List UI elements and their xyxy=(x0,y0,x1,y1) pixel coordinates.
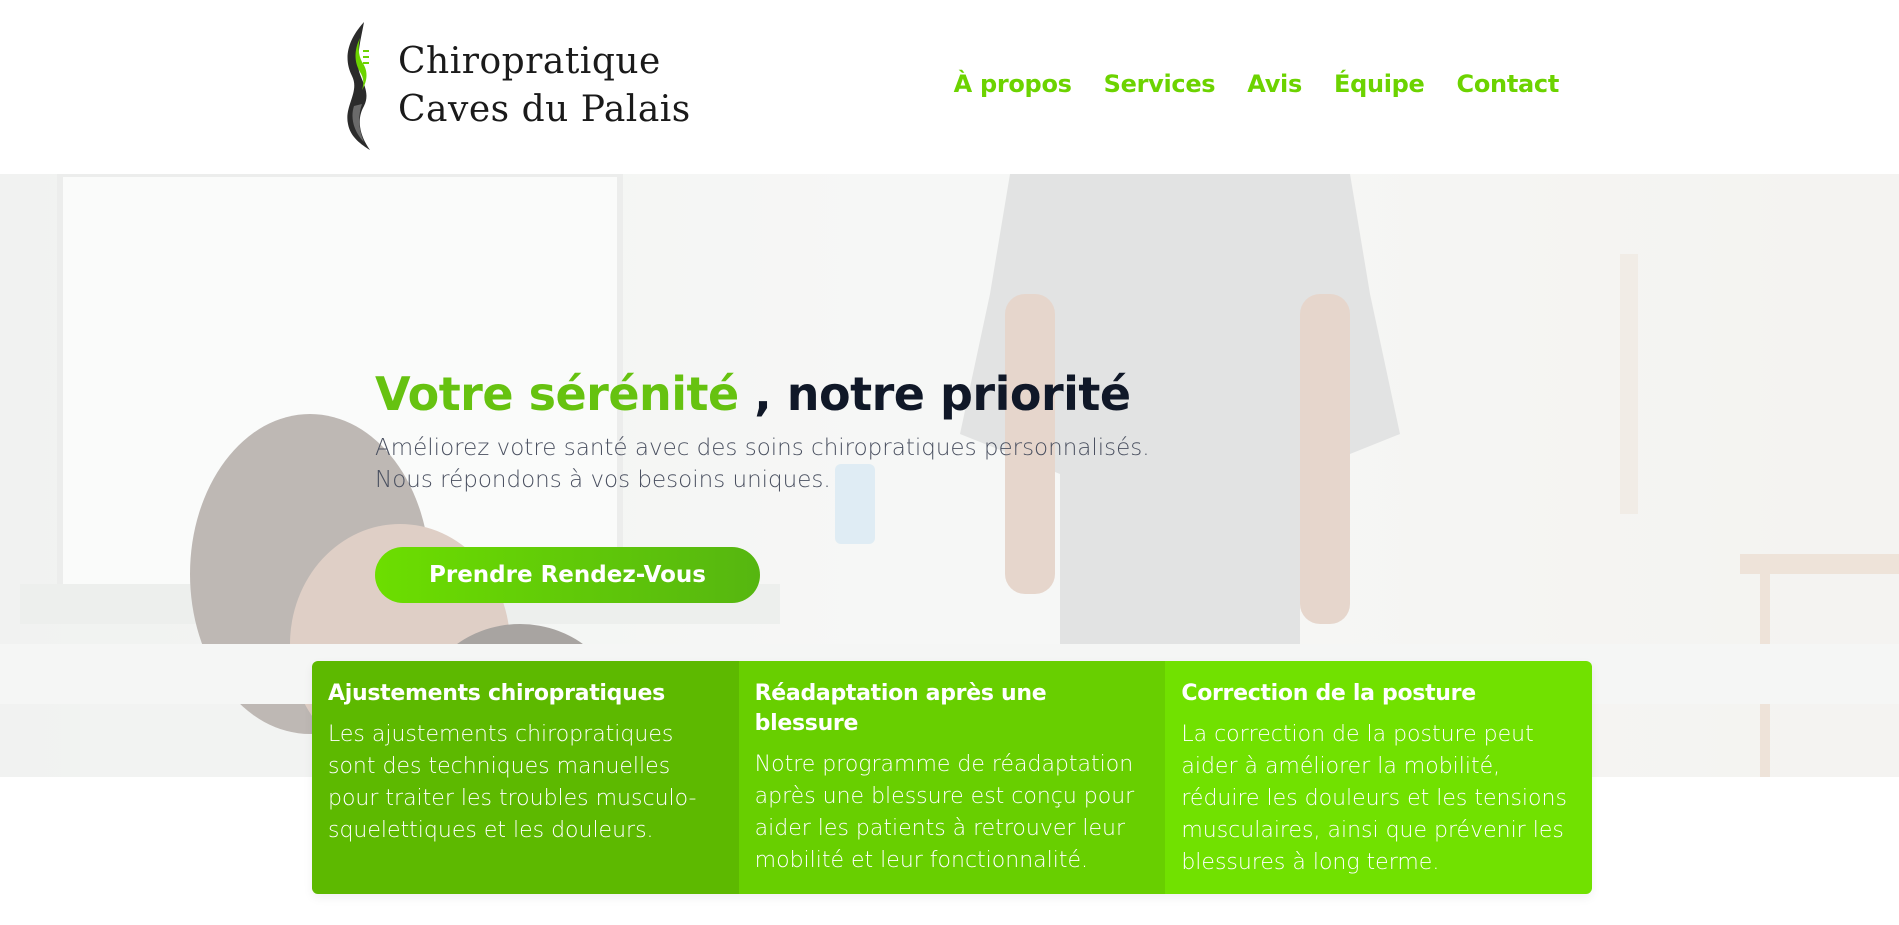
service-card-text: Les ajustements chiropratiques sont des … xyxy=(328,722,697,843)
service-card-rehabilitation[interactable]: Réadaptation après une blessure Notre pr… xyxy=(738,661,1166,894)
main-nav: À propos Services Avis Équipe Contact xyxy=(954,70,1560,98)
hero-title-accent: Votre sérénité xyxy=(375,367,739,421)
hero-subtitle-line-2: Nous répondons à vos besoins uniques. xyxy=(375,467,831,493)
logo[interactable]: Chiropratique Caves du Palais xyxy=(340,20,691,152)
service-card-title: Ajustements chiropratiques xyxy=(328,681,665,706)
services-cards: Ajustements chiropratiques Les ajustemen… xyxy=(312,661,1592,894)
service-card-posture[interactable]: Correction de la posture La correction d… xyxy=(1165,661,1592,894)
nav-link-contact[interactable]: Contact xyxy=(1457,70,1560,98)
hero-subtitle-line-1: Améliorez votre santé avec des soins chi… xyxy=(375,435,1150,461)
service-card-text: La correction de la posture peut aider à… xyxy=(1181,722,1567,875)
nav-link-avis[interactable]: Avis xyxy=(1247,70,1302,98)
hero-subtitle: Améliorez votre santé avec des soins chi… xyxy=(375,432,1275,496)
nav-link-services[interactable]: Services xyxy=(1104,70,1216,98)
logo-text: Chiropratique Caves du Palais xyxy=(398,38,691,134)
logo-line-1: Chiropratique xyxy=(398,41,661,82)
nav-link-a-propos[interactable]: À propos xyxy=(954,70,1072,98)
spine-logo-icon xyxy=(347,22,370,150)
nav-link-equipe[interactable]: Équipe xyxy=(1334,70,1425,98)
service-card-adjustments[interactable]: Ajustements chiropratiques Les ajustemen… xyxy=(312,661,739,894)
service-card-title: Correction de la posture xyxy=(1181,681,1476,706)
hero-title: Votre sérénité , notre priorité xyxy=(375,364,1275,424)
site-header: Chiropratique Caves du Palais À propos S… xyxy=(0,0,1899,174)
logo-line-2: Caves du Palais xyxy=(398,89,691,130)
service-card-text: Notre programme de réadaptation après un… xyxy=(754,752,1135,873)
book-appointment-button[interactable]: Prendre Rendez-Vous xyxy=(375,547,760,603)
service-card-title: Réadaptation après une blessure xyxy=(754,681,1047,736)
hero-title-rest: , notre priorité xyxy=(738,367,1131,421)
hero-content: Votre sérénité , notre priorité Améliore… xyxy=(375,364,1275,603)
